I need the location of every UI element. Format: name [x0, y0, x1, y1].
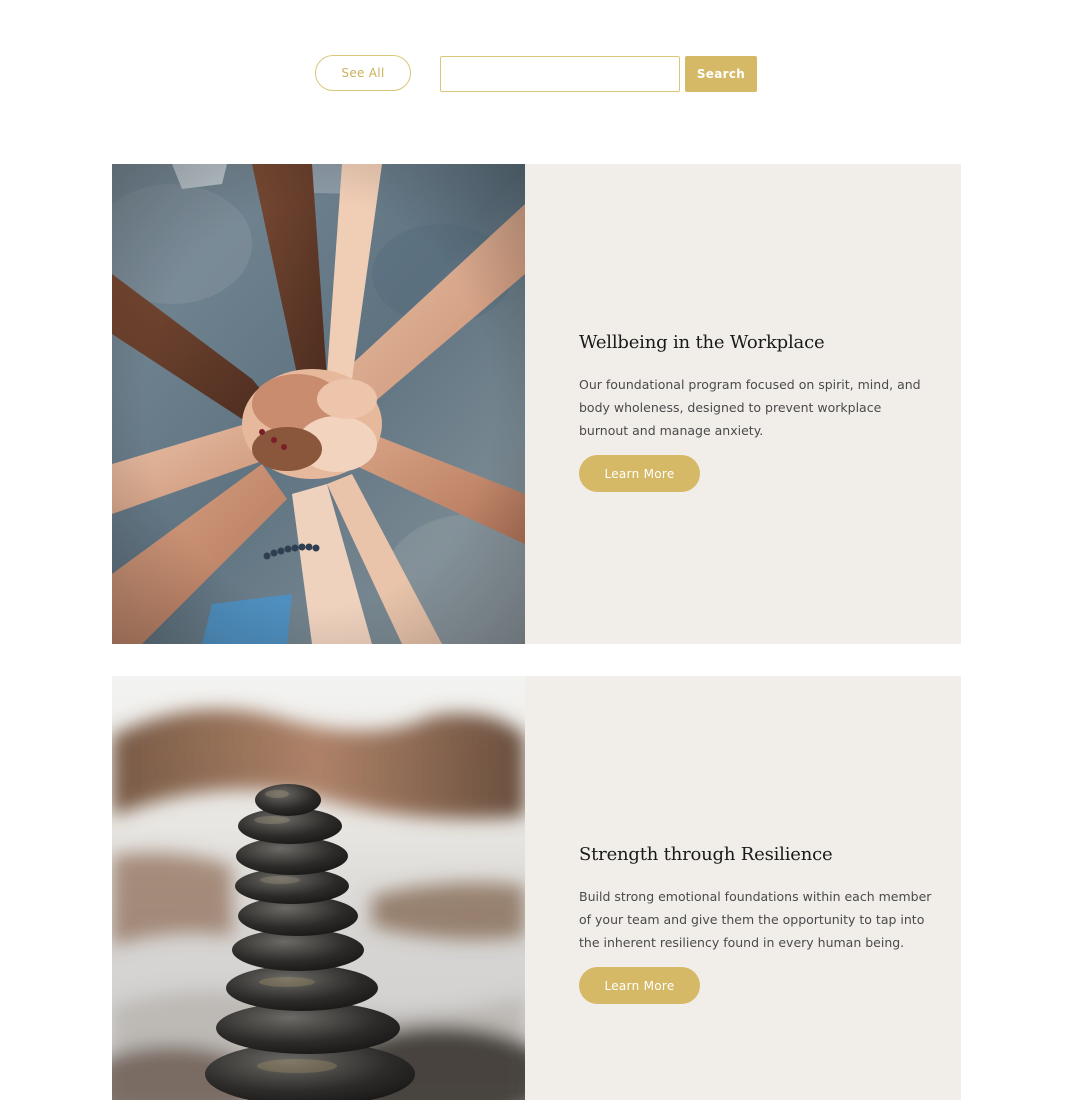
program-description: Build strong emotional foundations withi… — [579, 889, 932, 950]
search-button[interactable]: Search — [685, 56, 757, 92]
program-image-hands — [112, 164, 525, 644]
filter-bar: See All Search — [0, 55, 1073, 93]
program-image-stones — [112, 676, 525, 1100]
see-all-button[interactable]: See All — [315, 55, 411, 91]
program-panel: Wellbeing in the Workplace Our foundatio… — [525, 164, 961, 644]
stacked-hands-photo — [112, 164, 525, 644]
learn-more-button[interactable]: Learn More — [579, 967, 700, 1004]
program-card-wellbeing: Wellbeing in the Workplace Our foundatio… — [112, 164, 961, 644]
program-title: Strength through Resilience — [579, 844, 833, 865]
program-title: Wellbeing in the Workplace — [579, 332, 825, 353]
program-description: Our foundational program focused on spir… — [579, 377, 921, 438]
search-input[interactable] — [440, 56, 680, 92]
learn-more-button[interactable]: Learn More — [579, 455, 700, 492]
stacked-stones-photo — [112, 676, 525, 1100]
program-card-resilience: Strength through Resilience Build strong… — [112, 676, 961, 1100]
program-panel: Strength through Resilience Build strong… — [525, 676, 961, 1100]
page: See All Search Wellbeing in the Workplac… — [0, 0, 1073, 1100]
